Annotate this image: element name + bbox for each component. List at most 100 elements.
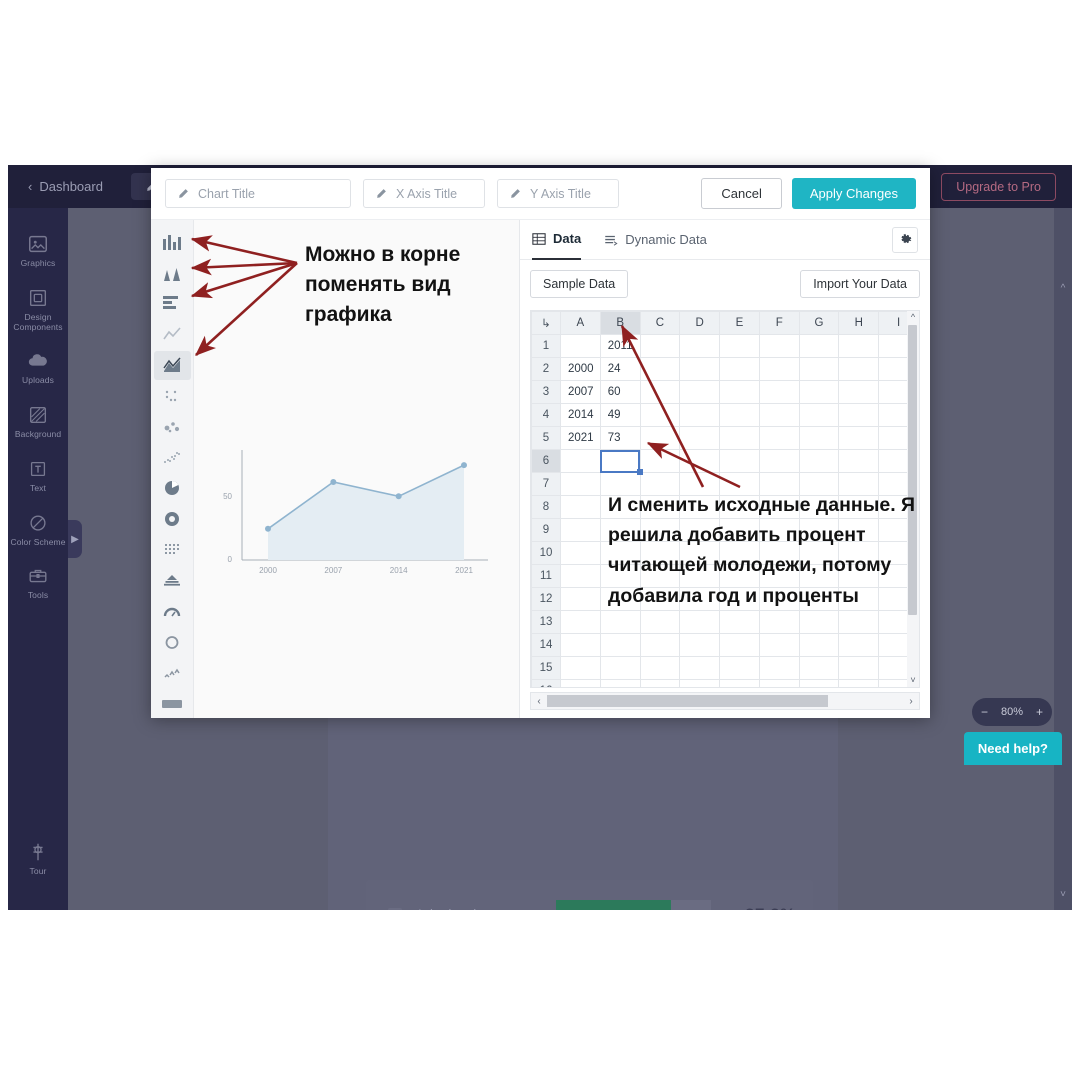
cell-G6[interactable] xyxy=(798,449,840,473)
cell-H15[interactable] xyxy=(838,656,880,680)
cell-E13[interactable] xyxy=(719,610,760,634)
cell-B6[interactable] xyxy=(599,449,643,476)
cell-B1[interactable]: 2011 xyxy=(599,334,641,358)
row-header-13[interactable]: 13 xyxy=(531,610,561,634)
cell-A1[interactable] xyxy=(560,334,601,358)
table-row[interactable]: 4 2014 49 xyxy=(531,403,919,427)
sidebar-item-tools[interactable]: Tools xyxy=(8,556,68,610)
cell-G4[interactable] xyxy=(798,403,840,427)
row-header-10[interactable]: 10 xyxy=(531,541,561,565)
cell-D4[interactable] xyxy=(679,403,721,427)
cell-C3[interactable] xyxy=(639,380,681,404)
pictogram-chart-type-icon[interactable] xyxy=(154,536,191,565)
cell-C13[interactable] xyxy=(639,610,681,634)
cell-H3[interactable] xyxy=(838,380,880,404)
cell-E4[interactable] xyxy=(719,403,760,427)
cell-E2[interactable] xyxy=(719,357,760,381)
cell-D5[interactable] xyxy=(679,426,721,450)
cell-H1[interactable] xyxy=(838,334,880,358)
table-row[interactable]: 2 2000 24 xyxy=(531,357,919,381)
horizontal-scroll-thumb[interactable] xyxy=(547,695,829,707)
cell-F6[interactable] xyxy=(758,449,800,473)
cell-A10[interactable] xyxy=(560,541,601,565)
cell-H16[interactable] xyxy=(838,679,880,687)
cell-E5[interactable] xyxy=(719,426,760,450)
cell-C5[interactable] xyxy=(639,426,681,450)
sample-data-button[interactable]: Sample Data xyxy=(530,270,629,298)
row-header-15[interactable]: 15 xyxy=(531,656,561,680)
cell-D16[interactable] xyxy=(679,679,721,687)
cell-D6[interactable] xyxy=(679,449,721,473)
cell-H13[interactable] xyxy=(838,610,880,634)
cancel-button[interactable]: Cancel xyxy=(701,178,782,209)
table-row[interactable]: 1 2011 xyxy=(531,334,919,358)
cell-F13[interactable] xyxy=(758,610,800,634)
x-axis-title-input[interactable]: X Axis Title xyxy=(363,179,485,208)
sidebar-item-uploads[interactable]: Uploads xyxy=(8,341,68,395)
cell-B15[interactable] xyxy=(599,656,641,680)
cell-G1[interactable] xyxy=(798,334,840,358)
cell-B3[interactable]: 60 xyxy=(599,380,641,404)
table-chart-type-icon[interactable] xyxy=(154,689,191,718)
sidebar-item-color-scheme[interactable]: Color Scheme xyxy=(8,503,68,557)
table-row[interactable]: 16 xyxy=(531,679,919,687)
gauge-chart-type-icon[interactable] xyxy=(154,597,191,626)
cell-G14[interactable] xyxy=(798,633,840,657)
horizontal-scrollbar[interactable]: ‹ › xyxy=(530,692,920,710)
cell-H5[interactable] xyxy=(838,426,880,450)
cell-D14[interactable] xyxy=(679,633,721,657)
cell-B4[interactable]: 49 xyxy=(599,403,641,427)
cell-G13[interactable] xyxy=(798,610,840,634)
back-to-dashboard-link[interactable]: ‹ Dashboard xyxy=(28,179,103,194)
scroll-up-icon[interactable]: ^ xyxy=(907,311,919,324)
row-header-14[interactable]: 14 xyxy=(531,633,561,657)
zoom-out-button[interactable]: − xyxy=(981,705,988,719)
cell-D2[interactable] xyxy=(679,357,721,381)
cell-E3[interactable] xyxy=(719,380,760,404)
cell-F3[interactable] xyxy=(758,380,800,404)
import-your-data-button[interactable]: Import Your Data xyxy=(800,270,920,298)
mountain-chart-type-icon[interactable] xyxy=(154,259,191,288)
cell-B16[interactable] xyxy=(599,679,641,687)
cell-A3[interactable]: 2007 xyxy=(560,380,601,404)
cell-A13[interactable] xyxy=(560,610,601,634)
cell-H2[interactable] xyxy=(838,357,880,381)
cell-G5[interactable] xyxy=(798,426,840,450)
cell-F16[interactable] xyxy=(758,679,800,687)
cell-E15[interactable] xyxy=(719,656,760,680)
cell-G2[interactable] xyxy=(798,357,840,381)
column-header-H[interactable]: H xyxy=(838,311,880,335)
row-header-3[interactable]: 3 xyxy=(531,380,561,404)
bar-row-checkbox[interactable] xyxy=(388,908,402,910)
row-header-2[interactable]: 2 xyxy=(531,357,561,381)
column-header-A[interactable]: A xyxy=(560,311,601,335)
row-header-9[interactable]: 9 xyxy=(531,518,561,542)
scroll-right-icon[interactable]: › xyxy=(903,696,919,707)
cell-A4[interactable]: 2014 xyxy=(560,403,601,427)
cell-G3[interactable] xyxy=(798,380,840,404)
table-row[interactable]: 15 xyxy=(531,656,919,680)
cell-E6[interactable] xyxy=(719,449,760,473)
cell-C1[interactable] xyxy=(639,334,681,358)
cell-C14[interactable] xyxy=(639,633,681,657)
cell-F15[interactable] xyxy=(758,656,800,680)
column-header-B[interactable]: B xyxy=(599,311,641,335)
row-header-11[interactable]: 11 xyxy=(531,564,561,588)
table-row[interactable]: 13 xyxy=(531,610,919,634)
row-header-16[interactable]: 16 xyxy=(531,679,561,687)
area-chart-type-icon[interactable] xyxy=(153,351,191,380)
cell-A14[interactable] xyxy=(560,633,601,657)
circle-chart-type-icon[interactable] xyxy=(154,628,191,657)
cell-A15[interactable] xyxy=(560,656,601,680)
chevron-down-icon[interactable]: ˅ xyxy=(1054,889,1072,900)
scroll-down-icon[interactable]: ˅ xyxy=(907,674,919,687)
cell-E16[interactable] xyxy=(719,679,760,687)
scroll-left-icon[interactable]: ‹ xyxy=(531,696,547,707)
cell-F4[interactable] xyxy=(758,403,800,427)
pyramid-chart-type-icon[interactable] xyxy=(154,566,191,595)
cell-D15[interactable] xyxy=(679,656,721,680)
cell-H4[interactable] xyxy=(838,403,880,427)
pie-chart-type-icon[interactable] xyxy=(154,474,191,503)
table-row[interactable]: 14 xyxy=(531,633,919,657)
cell-G15[interactable] xyxy=(798,656,840,680)
